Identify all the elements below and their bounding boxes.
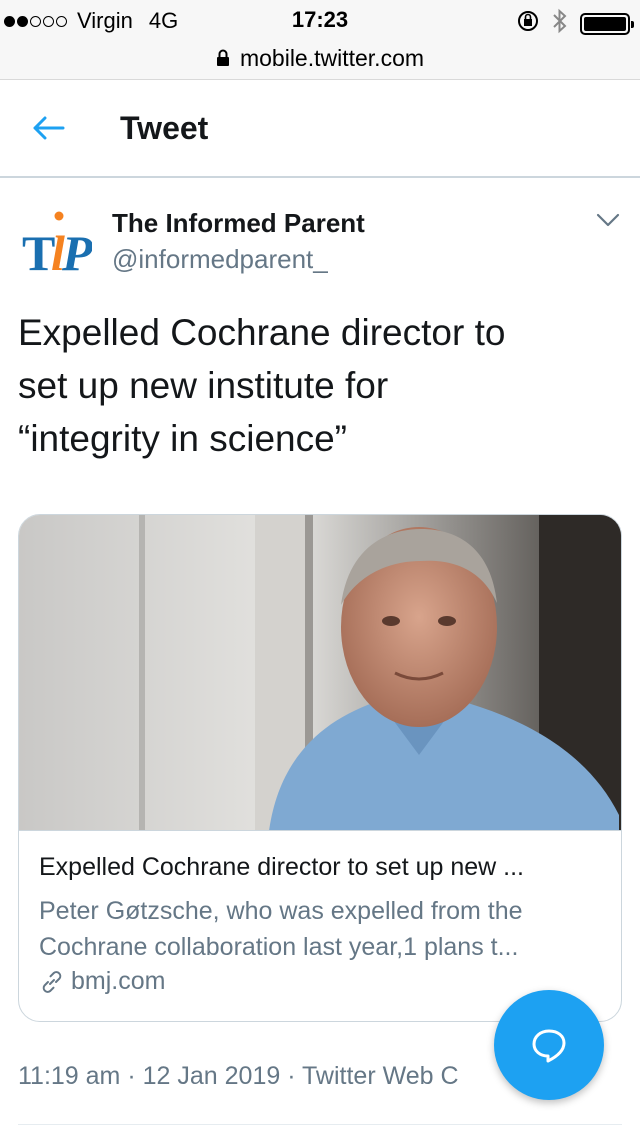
compose-reply-icon (532, 1029, 566, 1063)
back-button[interactable] (28, 108, 68, 148)
tweet-text-line: “integrity in science” (18, 418, 348, 459)
lock-icon (216, 49, 230, 67)
card-domain-text: bmj.com (71, 967, 166, 995)
tweet-time: 11:19 am (18, 1062, 121, 1090)
tweet-text-line: set up new institute for (18, 365, 389, 406)
author-handle[interactable]: @informedparent_ (112, 244, 328, 275)
link-icon (42, 970, 62, 993)
page-title: Tweet (120, 110, 209, 146)
tweet-text: Expelled Cochrane director to set up new… (18, 306, 618, 465)
status-bar: Virgin 4G 17:23 (0, 0, 640, 40)
tweet-date: 12 Jan 2019 (142, 1062, 281, 1090)
url-text: mobile.twitter.com (239, 44, 425, 71)
author-name[interactable]: The Informed Parent (112, 208, 365, 239)
card-description: Peter Gøtzsche, who was expelled from th… (39, 893, 609, 965)
page-header: Tweet (0, 80, 640, 178)
meta-separator: · (127, 1062, 143, 1090)
battery-icon (580, 13, 634, 35)
card-description-line: Cochrane collaboration last year,1 plans… (39, 933, 519, 961)
chevron-down-icon (596, 213, 620, 227)
meta-separator: · (287, 1062, 303, 1090)
card-description-line: Peter Gøtzsche, who was expelled from th… (39, 897, 523, 925)
svg-text:P: P (61, 225, 92, 278)
tweet-menu-button[interactable] (594, 206, 622, 234)
browser-chrome: Virgin 4G 17:23 mobile.twitter.com (0, 0, 640, 80)
compose-reply-button[interactable] (494, 990, 604, 1100)
tweet-source[interactable]: Twitter Web C (302, 1062, 459, 1090)
url-bar[interactable]: mobile.twitter.com (0, 40, 640, 76)
tweet-text-line: Expelled Cochrane director to (18, 312, 506, 353)
card-domain[interactable]: bmj.com (39, 967, 165, 996)
bluetooth-icon (552, 8, 568, 40)
avatar[interactable]: T l P (18, 204, 93, 281)
divider (18, 1124, 622, 1125)
rotation-lock-icon (516, 9, 540, 39)
card-title: Expelled Cochrane director to set up new… (39, 853, 524, 881)
card-image[interactable] (19, 515, 621, 831)
back-arrow-icon (33, 116, 65, 140)
link-preview-card[interactable]: Expelled Cochrane director to set up new… (18, 514, 622, 1022)
tweet-meta: 11:19 am · 12 Jan 2019 · Twitter Web C (18, 1062, 459, 1091)
